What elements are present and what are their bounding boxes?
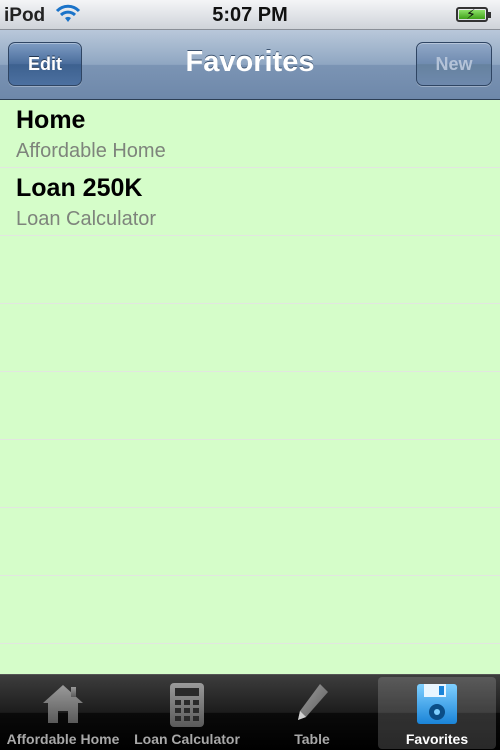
tab-label: Favorites (405, 731, 469, 747)
favorites-list: Home Affordable Home Loan 250K Loan Calc… (0, 100, 500, 674)
tab-bar: Affordable Home Loan Calculator Table Fa… (0, 674, 500, 750)
list-item-title: Home (16, 106, 86, 134)
tab-label: Affordable Home (6, 731, 120, 747)
battery-icon: ⚡ (456, 6, 491, 22)
status-time: 5:07 PM (212, 4, 288, 26)
pencil-icon (298, 684, 328, 720)
list-item[interactable]: Home Affordable Home (0, 100, 500, 168)
empty-row (0, 236, 500, 304)
calculator-icon (170, 683, 204, 727)
empty-row (0, 576, 500, 644)
tab-table[interactable]: Table (250, 677, 374, 749)
list-item-title: Loan 250K (16, 174, 143, 202)
empty-row (0, 508, 500, 576)
house-icon (43, 685, 83, 723)
empty-row (0, 304, 500, 372)
new-button[interactable]: New (416, 42, 492, 86)
tab-label: Table (294, 731, 330, 747)
tab-affordable-home[interactable]: Affordable Home (2, 677, 124, 749)
tab-favorites[interactable]: Favorites (378, 677, 496, 749)
list-item-subtitle: Affordable Home (16, 140, 166, 162)
list-item[interactable]: Loan 250K Loan Calculator (0, 168, 500, 236)
list-item-subtitle: Loan Calculator (16, 208, 157, 230)
floppy-disk-icon (417, 684, 457, 724)
empty-row (0, 372, 500, 440)
empty-row (0, 440, 500, 508)
status-bar: iPod 5:07 PM ⚡ (0, 0, 500, 30)
navigation-bar: Edit Favorites New (0, 30, 500, 100)
tab-loan-calculator[interactable]: Loan Calculator (126, 677, 248, 749)
tab-label: Loan Calculator (134, 731, 240, 747)
